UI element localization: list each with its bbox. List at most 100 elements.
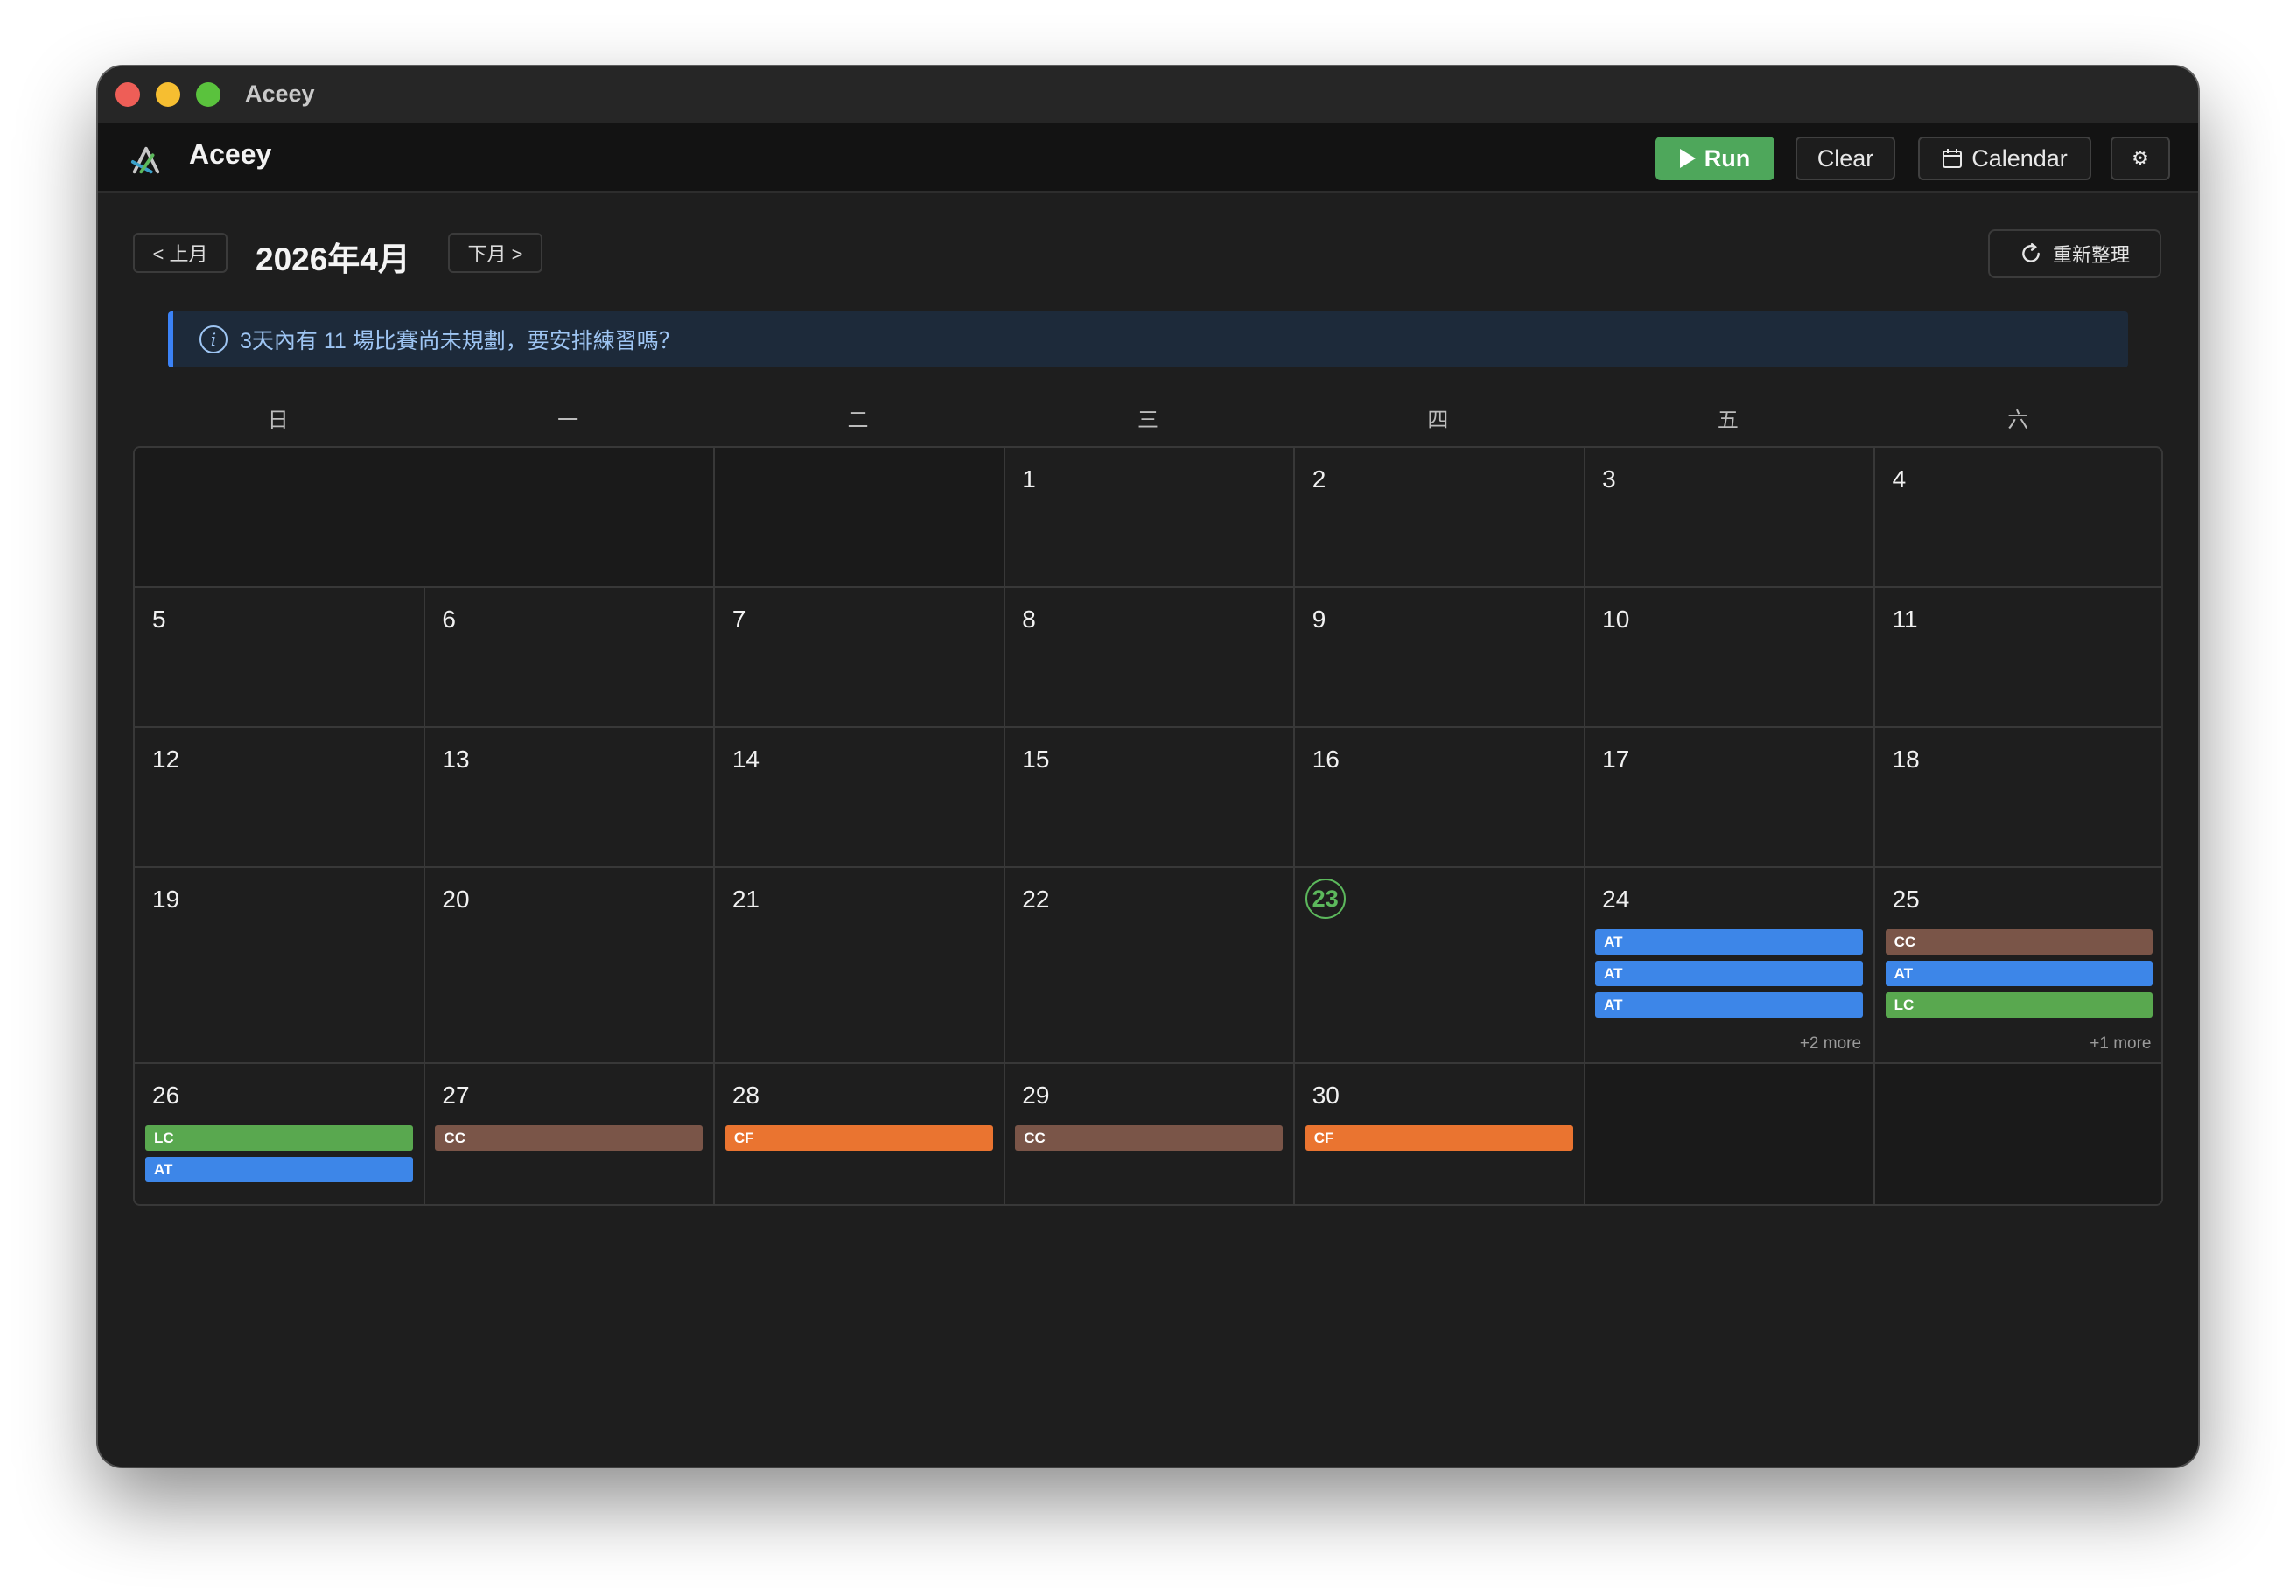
day-cell[interactable]: 19	[135, 868, 425, 1064]
app-header: Aceey Run Clear Calendar ⚙	[98, 122, 2198, 192]
clear-button[interactable]: Clear	[1796, 136, 1895, 180]
app-logo-icon	[130, 146, 160, 174]
weekday-label: 一	[557, 409, 579, 432]
day-number: 8	[1022, 606, 1036, 633]
day-cell[interactable]: 22	[1004, 868, 1296, 1064]
weekday-label: 五	[1717, 409, 1739, 432]
day-cell[interactable]: 23	[1294, 868, 1586, 1064]
event-chip[interactable]: AT	[145, 1157, 413, 1182]
event-chip[interactable]: CC	[435, 1125, 704, 1151]
day-cell[interactable]: 12	[135, 728, 425, 868]
calendar-view: < 上月 2026年4月 下月 > 重新整理 i 3天內有 11 場比賽尚未規劃…	[98, 194, 2198, 1466]
weekday-label: 日	[267, 409, 289, 432]
day-cell[interactable]: 21	[714, 868, 1005, 1064]
event-chip[interactable]: AT	[1885, 961, 2153, 986]
day-cell[interactable]: 24 AT AT AT +2 more	[1585, 868, 1876, 1064]
run-button[interactable]: Run	[1656, 136, 1774, 180]
day-cell[interactable]: 16	[1294, 728, 1586, 868]
day-cell[interactable]: 9	[1294, 588, 1586, 728]
day-number: 18	[1892, 746, 1920, 773]
event-chip[interactable]: CF	[1305, 1125, 1573, 1151]
more-events-link[interactable]: +1 more	[2090, 1034, 2151, 1054]
event-list: AT AT AT	[1595, 929, 1864, 1024]
more-events-link[interactable]: +2 more	[1800, 1034, 1861, 1054]
empty-day-cell	[135, 448, 425, 588]
day-cell[interactable]: 30 CF	[1295, 1064, 1586, 1204]
event-chip[interactable]: AT	[1595, 929, 1864, 955]
day-cell[interactable]: 18	[1874, 728, 2161, 868]
day-cell[interactable]: 29 CC	[1004, 1064, 1296, 1204]
day-cell[interactable]: 25 CC AT LC +1 more	[1874, 868, 2161, 1064]
day-cell[interactable]: 20	[424, 868, 716, 1064]
event-list: CF	[1305, 1125, 1573, 1157]
day-cell[interactable]: 1	[1004, 448, 1296, 588]
refresh-button[interactable]: 重新整理	[1988, 229, 2161, 278]
event-list: CC AT LC	[1885, 929, 2153, 1024]
day-cell[interactable]: 4	[1874, 448, 2161, 588]
month-grid: 1 2 3 4 5 6 7 8 9 10 11 12 13 14 15 16 17 18 19 20 21 22 23 24 A…	[133, 446, 2163, 1206]
day-cell[interactable]: 7	[714, 588, 1005, 728]
day-number: 9	[1312, 606, 1326, 633]
weekday-label: 六	[2007, 409, 2029, 432]
event-chip[interactable]: AT	[1595, 961, 1864, 986]
day-number: 20	[442, 886, 470, 913]
weekday-header: 日一二三四五六	[133, 402, 2163, 438]
event-list: LC AT	[145, 1125, 413, 1188]
next-month-button[interactable]: 下月 >	[448, 233, 542, 273]
month-title: 2026年4月	[256, 242, 410, 277]
day-number: 3	[1602, 466, 1616, 493]
day-cell[interactable]: 17	[1585, 728, 1876, 868]
empty-day-cell	[424, 448, 716, 588]
day-number: 30	[1312, 1082, 1340, 1109]
day-number: 6	[442, 606, 456, 633]
empty-day-cell	[1874, 1064, 2161, 1204]
day-cell[interactable]: 3	[1585, 448, 1876, 588]
play-icon	[1679, 149, 1696, 168]
day-number: 5	[152, 606, 166, 633]
event-chip[interactable]: AT	[1595, 992, 1864, 1018]
day-cell[interactable]: 27 CC	[424, 1064, 716, 1204]
event-chip[interactable]: CC	[1015, 1125, 1284, 1151]
event-list: CC	[435, 1125, 704, 1157]
event-chip[interactable]: LC	[145, 1125, 413, 1151]
day-number: 13	[442, 746, 470, 773]
day-cell[interactable]: 11	[1874, 588, 2161, 728]
prev-month-button[interactable]: < 上月	[133, 233, 228, 273]
day-cell[interactable]: 5	[135, 588, 425, 728]
empty-day-cell	[714, 448, 1005, 588]
day-number: 25	[1892, 886, 1920, 913]
app-window: Aceey Aceey Run Clear Calendar ⚙ < 上月 20…	[98, 66, 2198, 1466]
day-number: 2	[1312, 466, 1326, 493]
day-number: 24	[1602, 886, 1630, 913]
day-cell[interactable]: 15	[1004, 728, 1296, 868]
day-number: 14	[732, 746, 760, 773]
event-chip[interactable]: LC	[1885, 992, 2153, 1018]
settings-button[interactable]: ⚙	[2110, 136, 2170, 180]
day-cell[interactable]: 26 LC AT	[135, 1064, 425, 1204]
day-cell[interactable]: 14	[714, 728, 1005, 868]
refresh-label: 重新整理	[2052, 244, 2130, 266]
event-chip[interactable]: CF	[724, 1125, 993, 1151]
clear-label: Clear	[1816, 144, 1874, 172]
day-cell[interactable]: 28 CF	[715, 1064, 1005, 1204]
day-number: 12	[152, 746, 180, 773]
day-cell[interactable]: 10	[1585, 588, 1876, 728]
day-number: 17	[1602, 746, 1630, 773]
day-cell[interactable]: 6	[424, 588, 716, 728]
day-number: 4	[1892, 466, 1907, 493]
minimize-window-button[interactable]	[156, 82, 180, 107]
maximize-window-button[interactable]	[196, 82, 220, 107]
today-day-number: 23	[1305, 878, 1346, 919]
info-banner[interactable]: i 3天內有 11 場比賽尚未規劃，要安排練習嗎？	[168, 312, 2128, 368]
calendar-button[interactable]: Calendar	[1918, 136, 2091, 180]
day-number: 1	[1022, 466, 1036, 493]
day-number: 22	[1022, 886, 1050, 913]
day-cell[interactable]: 8	[1004, 588, 1296, 728]
refresh-icon	[2022, 242, 2040, 262]
day-number: 10	[1602, 606, 1630, 633]
close-window-button[interactable]	[116, 82, 140, 107]
event-chip[interactable]: CC	[1885, 929, 2153, 955]
day-cell[interactable]: 2	[1294, 448, 1586, 588]
day-number: 21	[732, 886, 760, 913]
day-cell[interactable]: 13	[424, 728, 716, 868]
